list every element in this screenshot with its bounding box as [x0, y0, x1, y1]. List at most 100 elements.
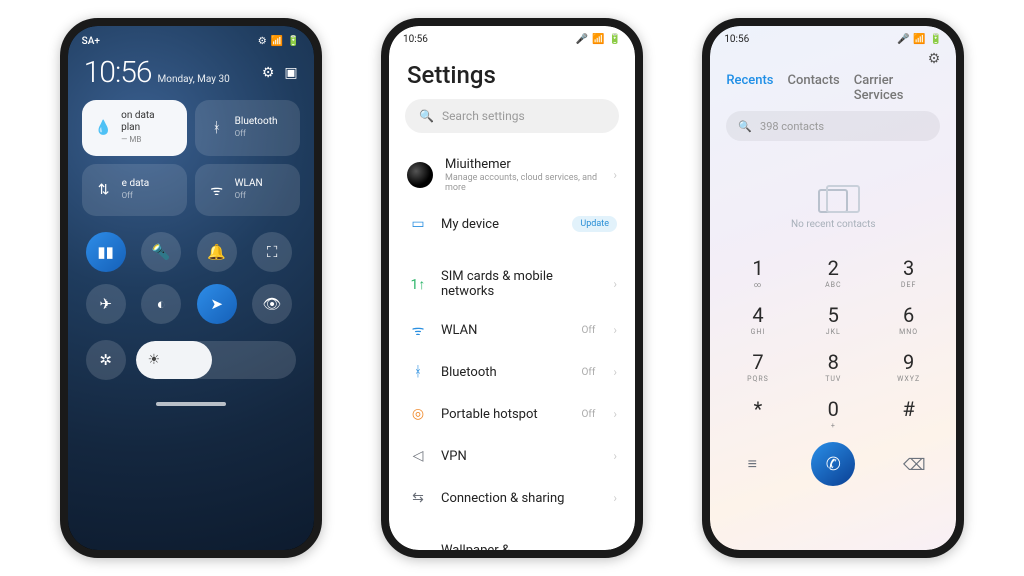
- settings-icon[interactable]: ⚙: [262, 65, 275, 81]
- row-label: Wallpaper & personalization: [441, 543, 601, 550]
- key-1[interactable]: 1∞: [720, 250, 795, 295]
- row-label: Bluetooth: [441, 365, 570, 380]
- tile-label: Bluetooth: [235, 116, 278, 127]
- key-9[interactable]: 9WXYZ: [871, 344, 946, 389]
- key-digit: 4: [720, 303, 795, 327]
- row-wallpaper-personalization[interactable]: ◆Wallpaper & personalization›: [405, 533, 619, 550]
- row-label: SIM cards & mobile networks: [441, 269, 601, 299]
- row-sim-cards-mobile-networks[interactable]: 1↑ SIM cards & mobile networks ›: [405, 259, 619, 309]
- key-letters: TUV: [796, 375, 871, 383]
- tile-bluetooth[interactable]: ᚼ Bluetooth Off: [195, 100, 300, 156]
- drag-handle[interactable]: [156, 402, 226, 406]
- row-icon: ⇆: [407, 487, 429, 509]
- key-hash[interactable]: #: [871, 391, 946, 436]
- tile-sub: Off: [122, 191, 133, 200]
- brightness-icon: ☀: [148, 352, 161, 368]
- wifi-icon: ᯤ: [207, 180, 227, 200]
- brightness-slider[interactable]: ☀: [136, 341, 296, 379]
- row-vpn[interactable]: ◁VPN›: [405, 435, 619, 477]
- tile-sub: Off: [235, 129, 246, 138]
- edit-tiles-icon[interactable]: ▣: [284, 65, 297, 81]
- dial-keypad: 1∞2ABC3DEF 4GHI5JKL6MNO 7PQRS8TUV9WXYZ *0+#: [710, 246, 956, 436]
- row-account[interactable]: Miuithemer Manage accounts, cloud servic…: [405, 147, 619, 203]
- key-2[interactable]: 2ABC: [796, 250, 871, 295]
- key-7[interactable]: 7PQRS: [720, 344, 795, 389]
- flashlight-icon: 🔦: [152, 243, 171, 261]
- bell-icon: 🔔: [207, 243, 226, 261]
- key-digit: 7: [720, 350, 795, 374]
- key-digit: 2: [796, 256, 871, 280]
- chevron-right-icon: ›: [613, 323, 617, 337]
- clock: 10:56: [84, 55, 152, 90]
- row-label: Portable hotspot: [441, 407, 570, 422]
- row-icon: ◁: [407, 445, 429, 467]
- tab-carrier-services[interactable]: Carrier Services: [854, 73, 941, 103]
- toggle-location[interactable]: ➤: [197, 284, 237, 324]
- toggle-flashlight[interactable]: 🔦: [141, 232, 181, 272]
- row-portable-hotspot[interactable]: ◎Portable hotspotOff›: [405, 393, 619, 435]
- call-button[interactable]: ✆: [811, 442, 855, 486]
- account-sub: Manage accounts, cloud services, and mor…: [445, 173, 601, 193]
- toggle-airplane[interactable]: ✈: [86, 284, 126, 324]
- key-3[interactable]: 3DEF: [871, 250, 946, 295]
- toggle-vibrate[interactable]: ▮▮: [86, 232, 126, 272]
- empty-text: No recent contacts: [791, 219, 876, 230]
- settings-icon[interactable]: ⚙: [928, 51, 941, 67]
- search-placeholder: Search settings: [442, 109, 525, 123]
- tile-wlan[interactable]: ᯤ WLAN Off: [195, 164, 300, 216]
- bluetooth-icon: ᚼ: [207, 118, 227, 138]
- search-placeholder: 398 contacts: [760, 120, 824, 133]
- row-icon: ᚼ: [407, 361, 429, 383]
- tile-data-plan[interactable]: 💧 on data plan— MB: [82, 100, 187, 156]
- key-star[interactable]: *: [720, 391, 795, 436]
- row-connection-sharing[interactable]: ⇆Connection & sharing›: [405, 477, 619, 519]
- battery-icon: 🔋: [287, 36, 299, 47]
- toggle-dark-mode[interactable]: ◐: [141, 284, 181, 324]
- avatar: [407, 162, 433, 188]
- status-bar: SA+ ⚙ 📶 🔋: [68, 26, 314, 51]
- key-8[interactable]: 8TUV: [796, 344, 871, 389]
- menu-icon[interactable]: ≡: [738, 450, 766, 478]
- row-icon: 1↑: [407, 273, 429, 295]
- key-letters: GHI: [720, 328, 795, 336]
- key-6[interactable]: 6MNO: [871, 297, 946, 342]
- update-badge[interactable]: Update: [572, 216, 617, 232]
- row-bluetooth[interactable]: ᚼBluetoothOff›: [405, 351, 619, 393]
- auto-brightness-toggle[interactable]: ✲: [86, 340, 126, 380]
- tile-mobile-data[interactable]: ⇅ e dataOff: [82, 164, 187, 216]
- key-digit: 0: [796, 397, 871, 421]
- page-title: Settings: [389, 47, 635, 99]
- phone-icon: ▭: [407, 213, 429, 235]
- key-4[interactable]: 4GHI: [720, 297, 795, 342]
- key-letters: WXYZ: [871, 375, 946, 383]
- tile-sub: — MB: [121, 135, 141, 144]
- tab-contacts[interactable]: Contacts: [787, 73, 839, 103]
- key-5[interactable]: 5JKL: [796, 297, 871, 342]
- tab-recents[interactable]: Recents: [726, 73, 773, 103]
- tile-label: WLAN: [235, 178, 263, 189]
- tab-bar: Recents Contacts Carrier Services: [710, 67, 956, 111]
- key-letters: ∞: [720, 281, 795, 289]
- key-letters: JKL: [796, 328, 871, 336]
- signal-icon: 📶: [913, 34, 925, 45]
- backspace-icon[interactable]: ⌫: [900, 450, 928, 478]
- tile-sub: Off: [235, 191, 246, 200]
- toggle-bell[interactable]: 🔔: [197, 232, 237, 272]
- key-digit: 8: [796, 350, 871, 374]
- search-input[interactable]: 🔍 Search settings: [405, 99, 619, 133]
- key-letters: +: [796, 422, 871, 430]
- status-bar: 10:56 🎤📶🔋: [389, 26, 635, 47]
- battery-icon: 🔋: [930, 34, 942, 45]
- chevron-right-icon: ›: [613, 277, 617, 291]
- key-0[interactable]: 0+: [796, 391, 871, 436]
- status-icons: ⚙ 📶 🔋: [258, 36, 300, 47]
- toggle-eye[interactable]: 👁: [252, 284, 292, 324]
- toggle-screenshot[interactable]: ⛶: [252, 232, 292, 272]
- carrier-label: SA+: [82, 36, 100, 47]
- row-icon: ◎: [407, 403, 429, 425]
- contacts-search[interactable]: 🔍 398 contacts: [726, 111, 940, 141]
- row-my-device[interactable]: ▭ My device Update: [405, 203, 619, 245]
- location-icon: ➤: [210, 295, 223, 313]
- row-wlan[interactable]: ᯤWLANOff›: [405, 309, 619, 351]
- phone-control-center: SA+ ⚙ 📶 🔋 10:56 Monday, May 30 ⚙ ▣ 💧 on …: [60, 18, 322, 558]
